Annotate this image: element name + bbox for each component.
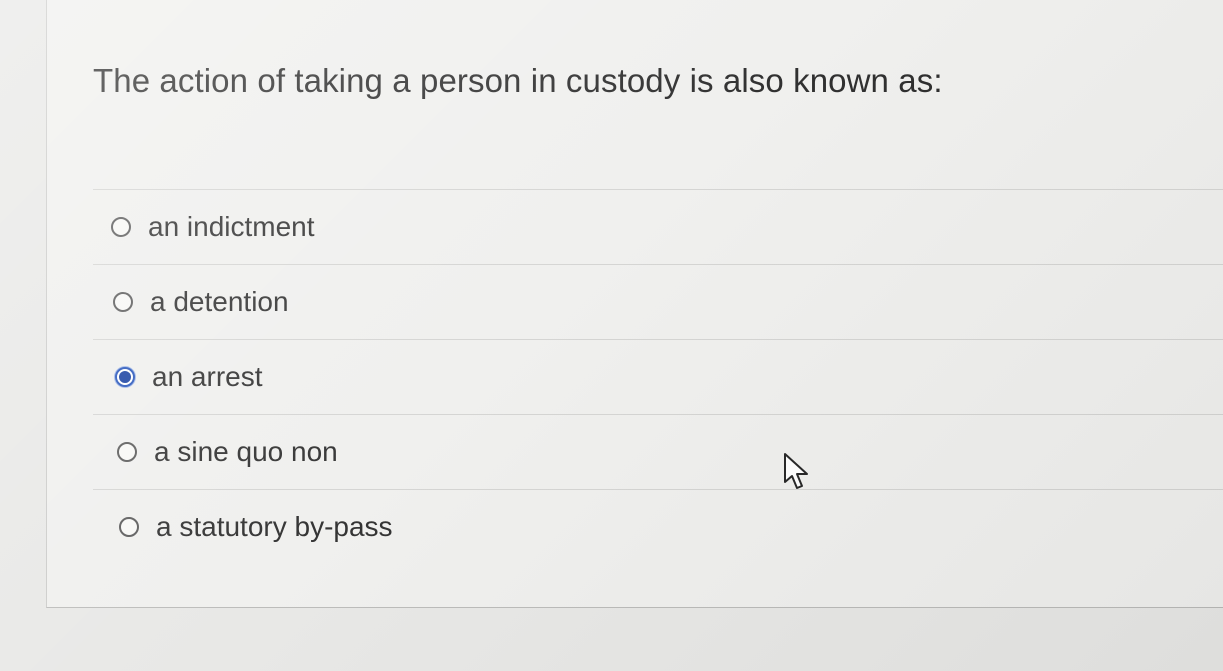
answer-label: a sine quo non	[154, 436, 338, 467]
answer-label: a detention	[150, 286, 289, 317]
answer-option-sine-quo-non[interactable]: a sine quo non	[93, 415, 1223, 490]
answer-label: an indictment	[148, 211, 315, 242]
answer-label: a statutory by-pass	[156, 511, 393, 542]
radio-button[interactable]	[113, 292, 133, 312]
answer-option-detention[interactable]: a detention	[93, 265, 1223, 340]
radio-button[interactable]	[119, 517, 139, 537]
radio-button[interactable]	[117, 442, 137, 462]
answer-option-arrest[interactable]: an arrest	[93, 340, 1223, 415]
question-card: The action of taking a person in custody…	[46, 0, 1223, 608]
arrow-pointer-icon	[784, 453, 808, 489]
question-text: The action of taking a person in custody…	[93, 62, 943, 99]
answer-list: an indictment a detention an arrest a si…	[93, 189, 1223, 564]
answer-option-statutory-by-pass[interactable]: a statutory by-pass	[93, 490, 1223, 564]
answer-label: an arrest	[152, 361, 263, 392]
radio-button-selected[interactable]	[115, 367, 135, 387]
answer-option-indictment[interactable]: an indictment	[93, 190, 1223, 265]
radio-button[interactable]	[111, 217, 131, 237]
